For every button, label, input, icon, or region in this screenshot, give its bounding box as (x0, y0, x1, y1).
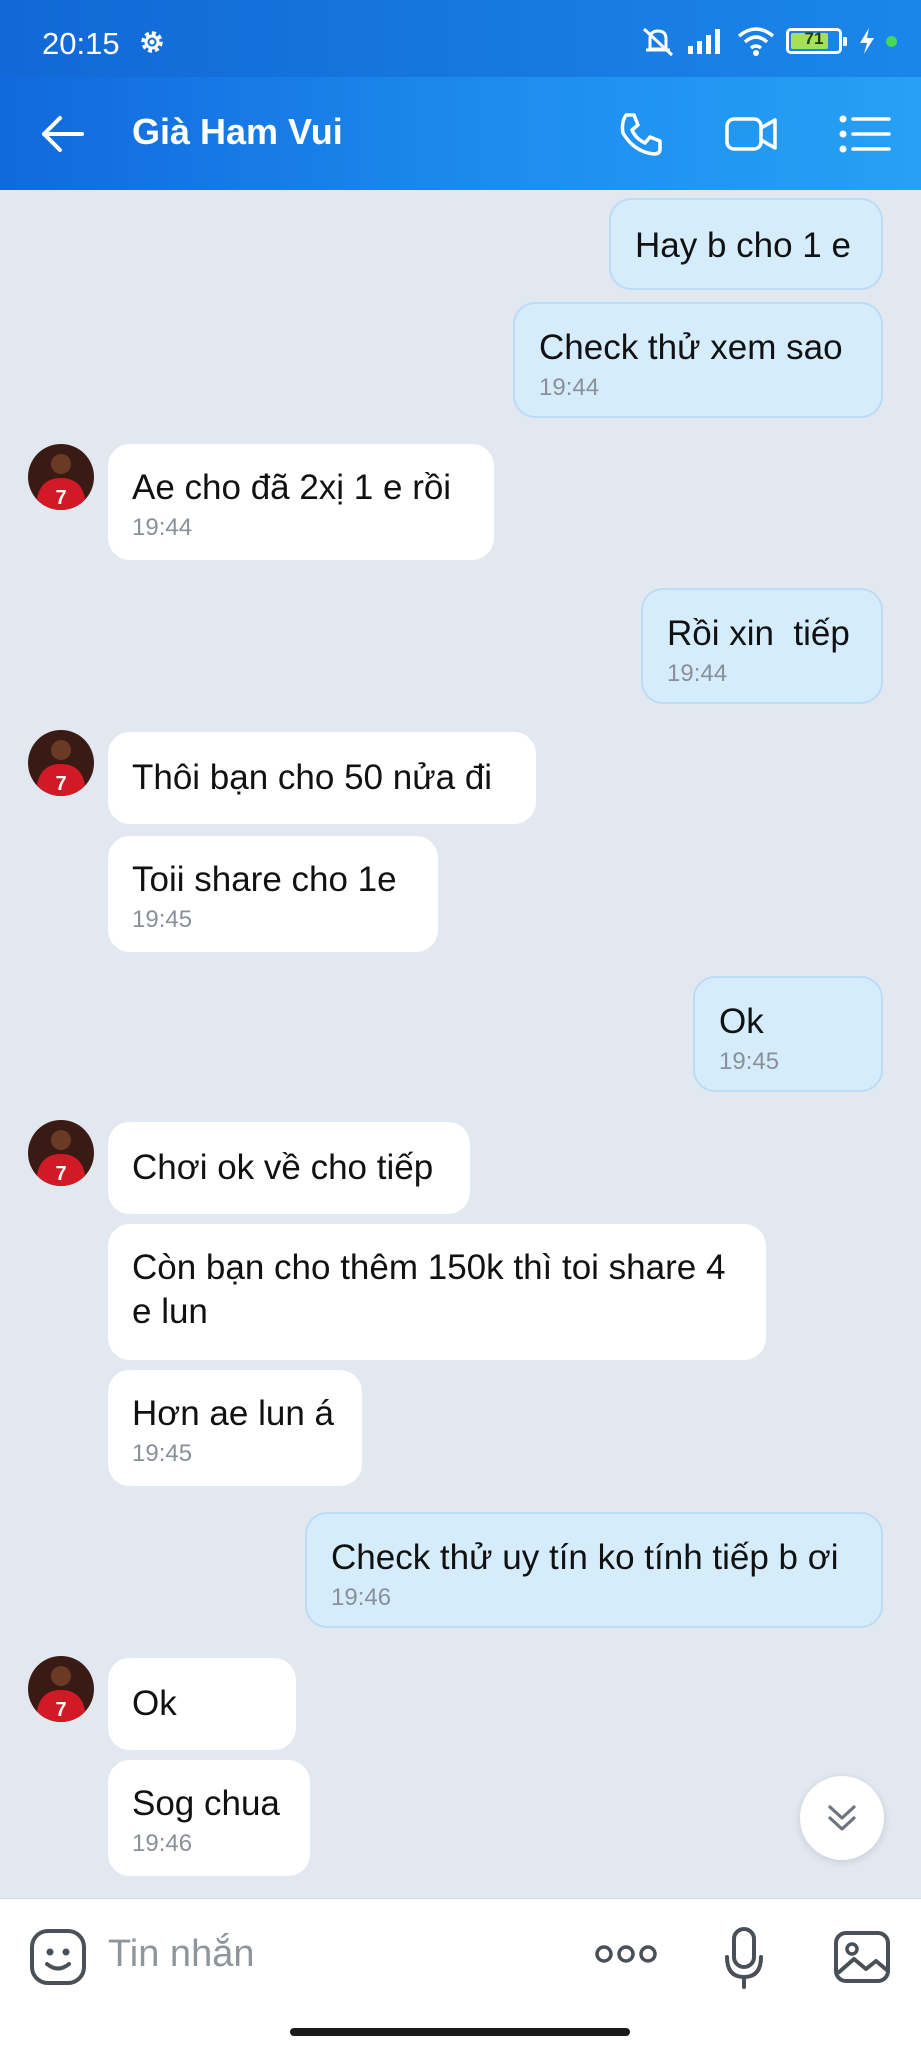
svg-text:7: 7 (55, 1163, 66, 1185)
avatar-image: 7 (28, 1120, 94, 1186)
message-bubble-incoming[interactable]: Ae cho đã 2xị 1 e rồi 19:44 (108, 444, 494, 560)
chat-header: Già Ham Vui (0, 77, 921, 190)
wifi-icon (737, 27, 775, 56)
message-bubble-outgoing[interactable]: Check thử uy tín ko tính tiếp b ơi 19:46 (305, 1512, 883, 1628)
message-text: Còn bạn cho thêm 150k thì toi share 4 e … (132, 1248, 726, 1331)
contact-name[interactable]: Già Ham Vui (132, 111, 343, 153)
message-bubble-outgoing[interactable]: Hay b cho 1 e (609, 198, 883, 290)
chat-area[interactable]: Hay b cho 1 e Check thử xem sao 19:44 7 … (0, 190, 921, 1898)
image-icon[interactable] (832, 1927, 892, 1987)
notification-dot (886, 35, 897, 47)
message-text: Ae cho đã 2xị 1 e rồi (132, 468, 452, 507)
message-text: Check thử xem sao (539, 328, 843, 367)
message-text: Ok (132, 1684, 177, 1723)
mute-icon (642, 27, 674, 57)
message-bubble-outgoing[interactable]: Rồi xin tiếp 19:44 (641, 588, 883, 704)
message-time: 19:44 (539, 374, 600, 401)
avatar-image: 7 (28, 444, 94, 510)
message-text: Toii share cho 1e (132, 860, 397, 899)
message-bubble-incoming[interactable]: Còn bạn cho thêm 150k thì toi share 4 e … (108, 1224, 766, 1360)
message-bubble-outgoing[interactable]: Ok 19:45 (693, 976, 883, 1092)
svg-text:7: 7 (55, 773, 66, 795)
back-arrow-icon[interactable] (40, 111, 86, 157)
phone-icon[interactable] (614, 107, 668, 161)
avatar-image: 7 (28, 730, 94, 796)
contact-avatar[interactable]: 7 (28, 444, 94, 510)
battery-level: 71 (804, 29, 824, 48)
contact-avatar[interactable]: 7 (28, 1656, 94, 1722)
svg-text:7: 7 (55, 1699, 66, 1721)
avatar-image: 7 (28, 1656, 94, 1722)
message-text: Hơn ae lun á (132, 1394, 334, 1433)
double-chevron-down-icon (828, 1805, 856, 1831)
message-text: Thôi bạn cho 50 nửa đi (132, 758, 493, 797)
message-time: 19:44 (132, 514, 193, 541)
message-text: Ok (719, 1002, 764, 1041)
home-indicator[interactable] (290, 2028, 630, 2036)
message-time: 19:44 (667, 660, 728, 687)
message-bubble-incoming[interactable]: Ok (108, 1658, 296, 1750)
message-time: 19:45 (132, 1440, 193, 1467)
contact-avatar[interactable]: 7 (28, 730, 94, 796)
message-input[interactable]: Tin nhắn (108, 1933, 254, 1976)
scroll-to-bottom-button[interactable] (800, 1776, 884, 1860)
message-bubble-incoming[interactable]: Sog chua 19:46 (108, 1760, 310, 1876)
contact-avatar[interactable]: 7 (28, 1120, 94, 1186)
message-bubble-incoming[interactable]: Toii share cho 1e 19:45 (108, 836, 438, 952)
battery-icon: 71 (786, 28, 847, 54)
signal-icon (688, 29, 720, 54)
message-text: Rồi xin tiếp (667, 614, 850, 653)
message-time: 19:45 (132, 906, 193, 933)
message-text: Sog chua (132, 1784, 280, 1823)
message-time: 19:46 (331, 1584, 392, 1611)
message-bubble-incoming[interactable]: Thôi bạn cho 50 nửa đi (108, 732, 536, 824)
message-text: Check thử uy tín ko tính tiếp b ơi (331, 1538, 839, 1577)
message-bubble-outgoing[interactable]: Check thử xem sao 19:44 (513, 302, 883, 418)
status-time: 20:15 (42, 26, 120, 61)
charging-icon (860, 28, 874, 54)
video-icon[interactable] (724, 107, 778, 161)
message-bubble-incoming[interactable]: Chơi ok về cho tiếp (108, 1122, 470, 1214)
emoji-icon[interactable] (28, 1927, 88, 1987)
menu-icon[interactable] (838, 107, 892, 161)
more-icon[interactable] (594, 1939, 658, 1969)
message-time: 19:46 (132, 1830, 193, 1857)
message-bubble-incoming[interactable]: Hơn ae lun á 19:45 (108, 1370, 362, 1486)
message-text: Chơi ok về cho tiếp (132, 1148, 434, 1187)
mic-icon[interactable] (724, 1925, 764, 1991)
message-text: Hay b cho 1 e (635, 226, 851, 265)
status-bar: 20:15 71 (0, 0, 921, 77)
message-time: 19:45 (719, 1048, 780, 1075)
status-icons: 71 (640, 24, 897, 58)
message-input-bar: Tin nhắn (0, 1898, 921, 2048)
svg-text:7: 7 (55, 487, 66, 509)
gear-icon (141, 31, 163, 53)
